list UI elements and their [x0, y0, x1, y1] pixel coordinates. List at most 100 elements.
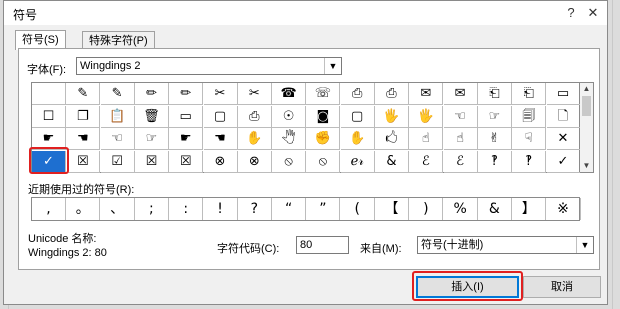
- symbol-cell[interactable]: ☝: [409, 128, 444, 150]
- unicode-name-value: Wingdings 2: 80: [28, 247, 107, 259]
- symbol-cell[interactable]: ⎙: [340, 83, 375, 105]
- symbol-cell[interactable]: ✋: [237, 128, 272, 150]
- symbol-cell[interactable]: ✋: [340, 128, 375, 150]
- symbol-cell[interactable]: ☑: [100, 150, 135, 173]
- close-icon[interactable]: ✕: [584, 4, 602, 22]
- symbol-cell[interactable]: ℯ𝓇: [340, 150, 375, 173]
- recent-symbol-cell[interactable]: ): [409, 198, 444, 220]
- font-select[interactable]: Wingdings 2 ▼: [76, 57, 342, 75]
- chevron-down-icon[interactable]: ▼: [576, 237, 593, 253]
- symbol-cell[interactable]: ⊗: [203, 150, 238, 173]
- scroll-up-icon[interactable]: ▲: [580, 83, 593, 95]
- cancel-button[interactable]: 取消: [523, 276, 601, 298]
- selected-symbol-highlight: [29, 147, 69, 174]
- symbol-cell[interactable]: ✉: [443, 83, 478, 105]
- symbol-cell[interactable]: ☒: [134, 150, 169, 173]
- from-select[interactable]: 符号(十进制) ▼: [417, 236, 594, 254]
- symbol-cell[interactable]: ✎: [66, 83, 101, 105]
- symbol-cell[interactable]: ✉: [409, 83, 444, 105]
- symbol-dialog: 符号 ? ✕ 符号(S) 特殊字符(P) 字体(F): Wingdings 2 …: [3, 0, 608, 305]
- recent-symbol-cell[interactable]: :: [169, 198, 204, 220]
- symbol-cell[interactable]: ✂: [203, 83, 238, 105]
- recent-symbol-cell[interactable]: !: [204, 198, 238, 220]
- font-value: Wingdings 2: [80, 60, 141, 72]
- symbol-cell[interactable]: 📋: [100, 105, 135, 128]
- char-code-label: 字符代码(C):: [217, 243, 280, 255]
- symbol-cell[interactable]: ✊: [306, 128, 341, 150]
- symbol-cell[interactable]: ✏: [134, 83, 169, 105]
- symbol-cell[interactable]: ⎙: [375, 83, 409, 105]
- symbol-cell[interactable]: ☉: [272, 105, 307, 128]
- symbol-cell[interactable]: 🗋: [546, 105, 581, 128]
- recent-symbol-cell[interactable]: 】: [512, 198, 547, 220]
- recent-symbol-cell[interactable]: ;: [135, 198, 169, 220]
- symbol-cell[interactable]: 🖐: [409, 105, 444, 128]
- recent-symbol-cell[interactable]: ※: [547, 198, 581, 220]
- symbol-cell[interactable]: ⦸: [272, 150, 307, 173]
- symbol-cell[interactable]: ⎗: [477, 83, 512, 105]
- symbol-cell[interactable]: ☞: [477, 105, 512, 128]
- symbol-cell[interactable]: ℰ: [409, 150, 444, 173]
- recent-symbol-cell[interactable]: 、: [101, 198, 135, 220]
- symbol-cell[interactable]: 🖑: [272, 128, 307, 150]
- chevron-down-icon[interactable]: ▼: [324, 58, 341, 74]
- symbol-cell[interactable]: ‽: [512, 150, 547, 173]
- symbol-cell[interactable]: &: [375, 150, 409, 173]
- symbol-cell[interactable]: ☚: [66, 128, 101, 150]
- font-label: 字体(F):: [27, 64, 67, 76]
- help-icon[interactable]: ?: [562, 4, 580, 22]
- symbol-cell[interactable]: ☝: [443, 128, 478, 150]
- symbol-cell[interactable]: ℰ: [443, 150, 478, 173]
- symbol-cell[interactable]: ☎: [272, 83, 307, 105]
- symbol-cell[interactable]: ✂: [237, 83, 272, 105]
- recent-symbol-cell[interactable]: ,: [32, 198, 66, 220]
- recent-symbol-cell[interactable]: %: [444, 198, 478, 220]
- recent-symbol-cell[interactable]: (: [341, 198, 375, 220]
- recent-symbol-cell[interactable]: ”: [306, 198, 341, 220]
- symbol-cell[interactable]: ☟: [512, 128, 547, 150]
- symbol-cell[interactable]: ✓: [546, 150, 581, 173]
- symbol-grid-scrollbar[interactable]: ▲ ▼: [580, 82, 594, 173]
- symbol-cell[interactable]: ☐: [32, 105, 66, 128]
- symbol-cell[interactable]: ▢: [340, 105, 375, 128]
- symbol-cell[interactable]: ▭: [546, 83, 581, 105]
- symbol-cell[interactable]: ☒: [169, 150, 204, 173]
- scroll-thumb[interactable]: [582, 96, 591, 116]
- symbol-cell[interactable]: ⊗: [237, 150, 272, 173]
- symbol-cell[interactable]: ☜: [443, 105, 478, 128]
- symbol-cell[interactable]: 🖐: [375, 105, 409, 128]
- symbol-cell[interactable]: ✎: [100, 83, 135, 105]
- symbol-cell[interactable]: ☒: [66, 150, 101, 173]
- symbol-cell[interactable]: ✕: [546, 128, 581, 150]
- symbol-cell[interactable]: ⎙: [237, 105, 272, 128]
- symbol-cell[interactable]: ◙: [306, 105, 341, 128]
- symbol-cell[interactable]: ⎗: [512, 83, 547, 105]
- symbol-cell[interactable]: ❐: [66, 105, 101, 128]
- recent-symbol-cell[interactable]: “: [272, 198, 307, 220]
- symbol-cell[interactable]: ☚: [203, 128, 238, 150]
- symbol-cell[interactable]: ‽: [477, 150, 512, 173]
- symbol-cell[interactable]: 🗐: [512, 105, 547, 128]
- from-label: 来自(M):: [360, 243, 402, 255]
- scroll-down-icon[interactable]: ▼: [580, 160, 593, 172]
- symbol-cell[interactable]: ▭: [169, 105, 204, 128]
- insert-button-highlight: [412, 271, 523, 301]
- recent-symbol-cell[interactable]: &: [478, 198, 512, 220]
- symbol-cell[interactable]: ✏: [169, 83, 204, 105]
- symbol-cell[interactable]: [32, 83, 66, 105]
- symbol-cell[interactable]: ✌: [477, 128, 512, 150]
- symbol-cell[interactable]: 🖒: [375, 128, 409, 150]
- symbol-cell[interactable]: ▢: [203, 105, 238, 128]
- char-code-input[interactable]: 80: [296, 236, 349, 254]
- symbol-cell[interactable]: 🗑: [134, 105, 169, 128]
- symbol-grid: ✎ ✎ ✏ ✏ ✂ ✂ ☎ ☏ ⎙ ⎙ ✉ ✉ ⎗ ⎗ ▭ ☐ ❐ 📋 🗑 ▭ ▢ ⎙ ☉ ◙ ▢ 🖐 🖐 ☜ ☞ 🗐 🗋 ☛ ☚ ☜ ☞ ☛ ☚ ✋ 🖑 ✊…: [31, 82, 581, 173]
- tab-symbols[interactable]: 符号(S): [15, 30, 66, 50]
- symbol-cell[interactable]: ☜: [100, 128, 135, 150]
- recent-symbol-cell[interactable]: ?: [238, 198, 272, 220]
- symbol-cell[interactable]: ⦸: [306, 150, 341, 173]
- symbol-cell[interactable]: ☛: [169, 128, 204, 150]
- recent-symbol-cell[interactable]: 【: [375, 198, 409, 220]
- recent-symbol-cell[interactable]: 。: [66, 198, 101, 220]
- symbol-cell[interactable]: ☏: [306, 83, 341, 105]
- symbol-cell[interactable]: ☞: [134, 128, 169, 150]
